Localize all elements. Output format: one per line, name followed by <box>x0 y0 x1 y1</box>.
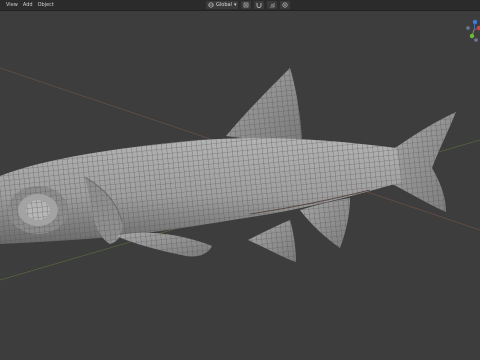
navigation-gizmo[interactable] <box>462 16 480 46</box>
transform-orientation-label: Global <box>216 2 232 8</box>
proportional-editing-button[interactable] <box>280 1 291 9</box>
magnet-icon <box>257 3 262 8</box>
snap-button[interactable] <box>254 1 265 9</box>
viewport-canvas[interactable] <box>0 11 480 360</box>
viewport-header: View Add Object Global ▾ <box>0 0 480 11</box>
snap-target-dropdown[interactable] <box>267 1 278 9</box>
gizmo-y-axis[interactable] <box>469 33 475 39</box>
header-menu: View Add Object <box>6 0 54 10</box>
3d-viewport[interactable] <box>0 11 480 360</box>
gizmo-neg-x[interactable] <box>466 26 470 30</box>
dorsal-fin <box>226 68 302 141</box>
pectoral-fin <box>116 232 212 257</box>
header-tools: Global ▾ <box>206 1 291 9</box>
gizmo-z-axis[interactable] <box>472 19 478 25</box>
menu-add[interactable]: Add <box>23 0 33 10</box>
pivot-point-button[interactable] <box>241 1 252 9</box>
tail-fin <box>392 112 456 212</box>
fish-eye <box>8 186 68 234</box>
pelvic-fin <box>248 220 296 262</box>
gizmo-neg-z[interactable] <box>474 38 478 42</box>
chevron-down-icon: ▾ <box>233 2 237 8</box>
snap-target-icon <box>270 3 275 8</box>
transform-orientation-dropdown[interactable]: Global ▾ <box>206 1 239 9</box>
menu-view[interactable]: View <box>6 0 18 10</box>
menu-object[interactable]: Object <box>38 0 54 10</box>
proportional-editing-icon <box>282 2 288 8</box>
pivot-icon <box>244 2 249 8</box>
orientation-icon <box>208 2 214 8</box>
